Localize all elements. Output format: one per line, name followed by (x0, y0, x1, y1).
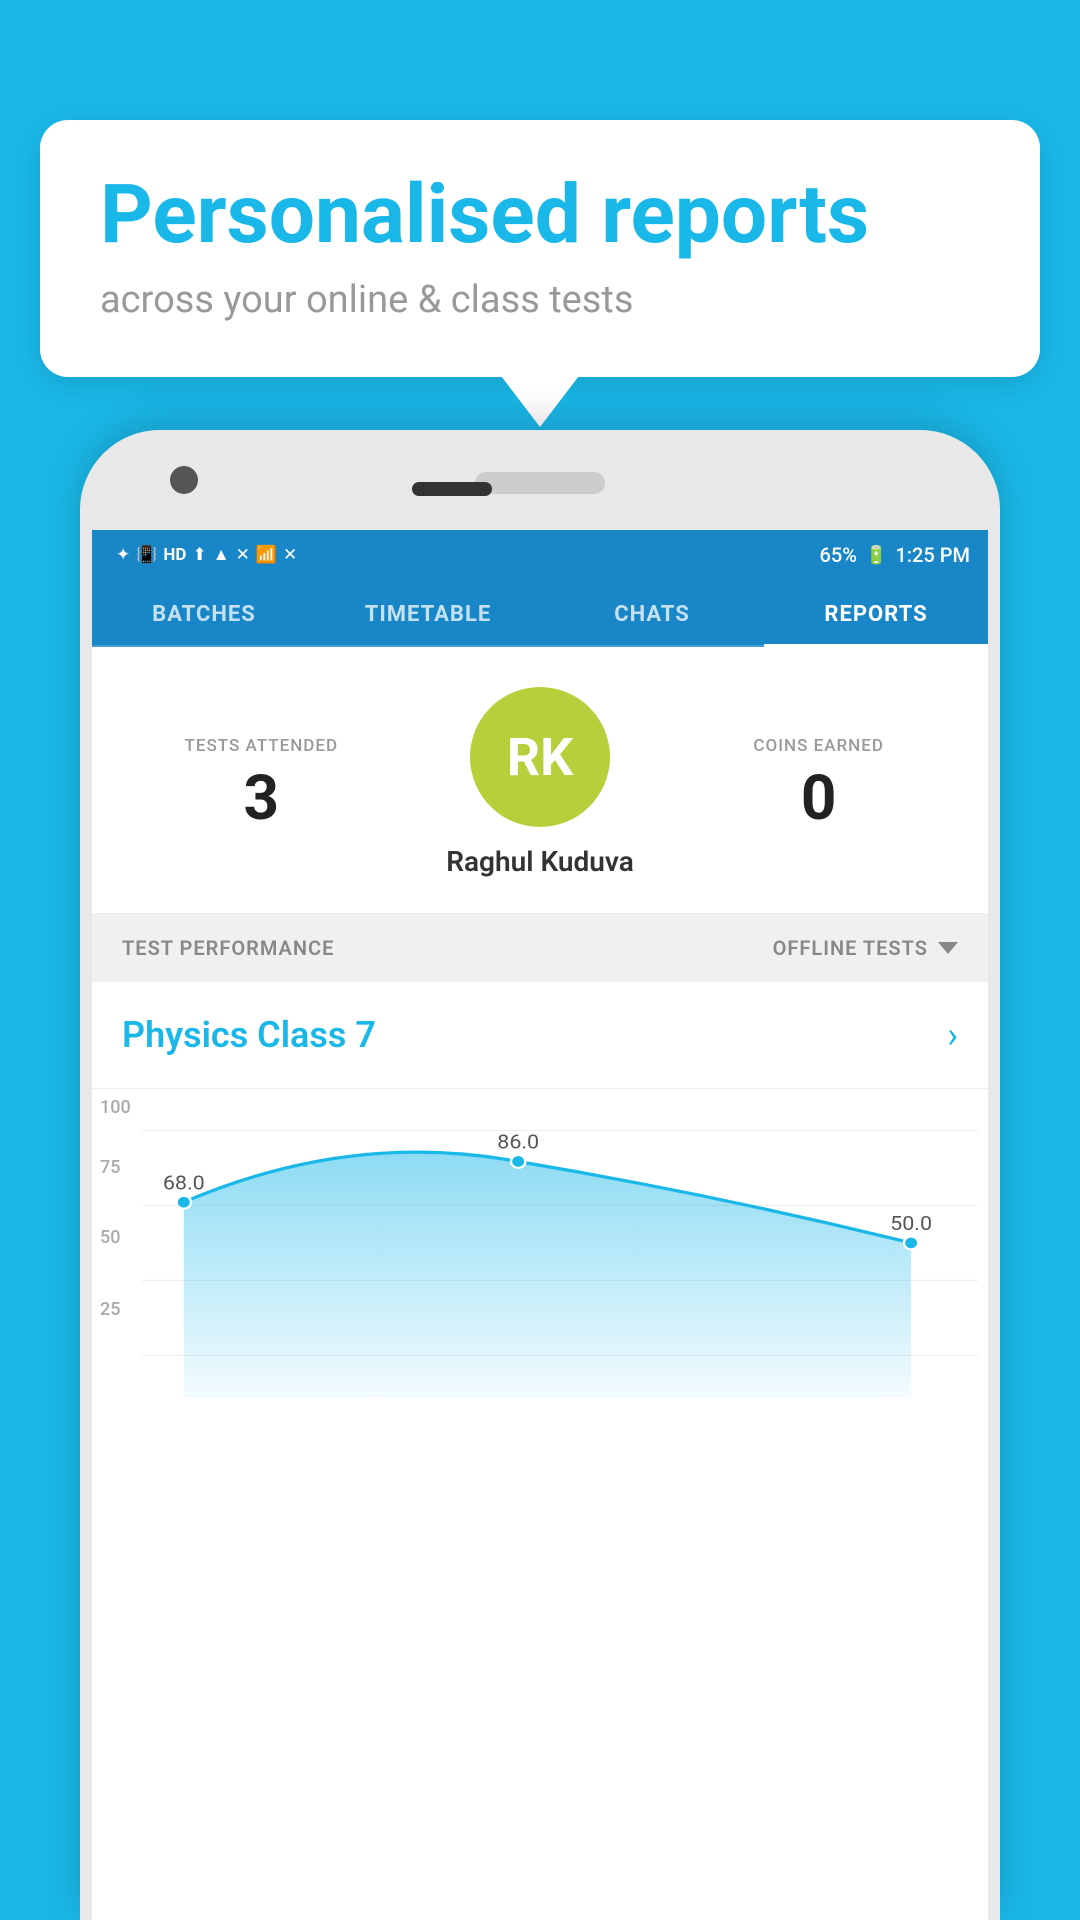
filter-button[interactable]: OFFLINE TESTS (773, 936, 958, 960)
bluetooth-icon: ✦ (116, 545, 130, 565)
tab-timetable[interactable]: TIMETABLE (316, 580, 540, 645)
bubble-title: Personalised reports (100, 170, 980, 260)
data-point-1 (177, 1196, 191, 1209)
phone-speaker (475, 472, 605, 494)
hd-icon: HD (163, 545, 186, 565)
y-label-50: 50 (100, 1227, 120, 1248)
chevron-down-icon (938, 942, 958, 954)
tests-attended-block: TESTS ATTENDED 3 (122, 736, 401, 830)
user-name: Raghul Kuduva (446, 845, 634, 878)
coins-earned-value: 0 (679, 768, 958, 830)
battery-percent: 65% (820, 543, 857, 567)
time-display: 1:25 PM (895, 543, 970, 567)
signal-icon: 📶 (256, 545, 277, 565)
avatar-initials: RK (507, 727, 573, 788)
speech-bubble: Personalised reports across your online … (40, 120, 1040, 377)
tab-chats[interactable]: CHATS (540, 580, 764, 645)
class-name: Physics Class 7 (122, 1014, 376, 1056)
y-label-25: 25 (100, 1299, 120, 1320)
y-label-75: 75 (100, 1157, 120, 1178)
y-label-100: 100 (100, 1097, 131, 1118)
tab-reports[interactable]: REPORTS (764, 580, 988, 645)
bubble-subtitle: across your online & class tests (100, 278, 980, 322)
data-point-2 (511, 1155, 525, 1168)
line-chart: 68.0 86.0 50.0 (142, 1109, 978, 1409)
point-label-3: 50.0 (890, 1212, 932, 1235)
chart-area: 100 75 50 25 (92, 1089, 988, 1409)
phone-screen: ✦ 📳 HD ⬆ ▲ ✕ 📶 ✕ 65% 🔋 1:25 PM (92, 530, 988, 1920)
data-transfer-icon: ⬆ (192, 545, 206, 565)
avatar: RK (470, 687, 610, 827)
physics-class-row[interactable]: Physics Class 7 › (92, 982, 988, 1089)
wifi-icon: ▲ (213, 545, 230, 565)
phone-home-button (412, 482, 492, 496)
signal-x-icon: ✕ (236, 545, 250, 565)
no-signal-icon: ✕ (283, 545, 297, 565)
coins-earned-block: COINS EARNED 0 (679, 736, 958, 830)
point-label-2: 86.0 (497, 1131, 539, 1154)
test-performance-title: TEST PERFORMANCE (122, 936, 334, 960)
status-bar-left: ✦ 📳 HD ⬆ ▲ ✕ 📶 ✕ (116, 545, 297, 565)
user-card: TESTS ATTENDED 3 RK Raghul Kuduva COINS … (92, 647, 988, 914)
data-point-3 (904, 1237, 918, 1250)
section-header: TEST PERFORMANCE OFFLINE TESTS (92, 914, 988, 982)
tests-attended-value: 3 (122, 768, 401, 830)
filter-label: OFFLINE TESTS (773, 936, 928, 960)
point-label-1: 68.0 (163, 1171, 205, 1194)
status-bar: ✦ 📳 HD ⬆ ▲ ✕ 📶 ✕ 65% 🔋 1:25 PM (92, 530, 988, 580)
vibrate-icon: 📳 (136, 545, 157, 565)
avatar-block: RK Raghul Kuduva (401, 687, 680, 878)
coins-earned-label: COINS EARNED (679, 736, 958, 756)
phone-frame: ✦ 📳 HD ⬆ ▲ ✕ 📶 ✕ 65% 🔋 1:25 PM (80, 430, 1000, 1920)
chevron-right-icon: › (947, 1014, 958, 1056)
tests-attended-label: TESTS ATTENDED (122, 736, 401, 756)
phone-top (80, 430, 1000, 530)
tab-batches[interactable]: BATCHES (92, 580, 316, 645)
battery-icon: 🔋 (865, 545, 887, 566)
phone-camera (170, 466, 198, 494)
nav-tabs: BATCHES TIMETABLE CHATS REPORTS (92, 580, 988, 647)
